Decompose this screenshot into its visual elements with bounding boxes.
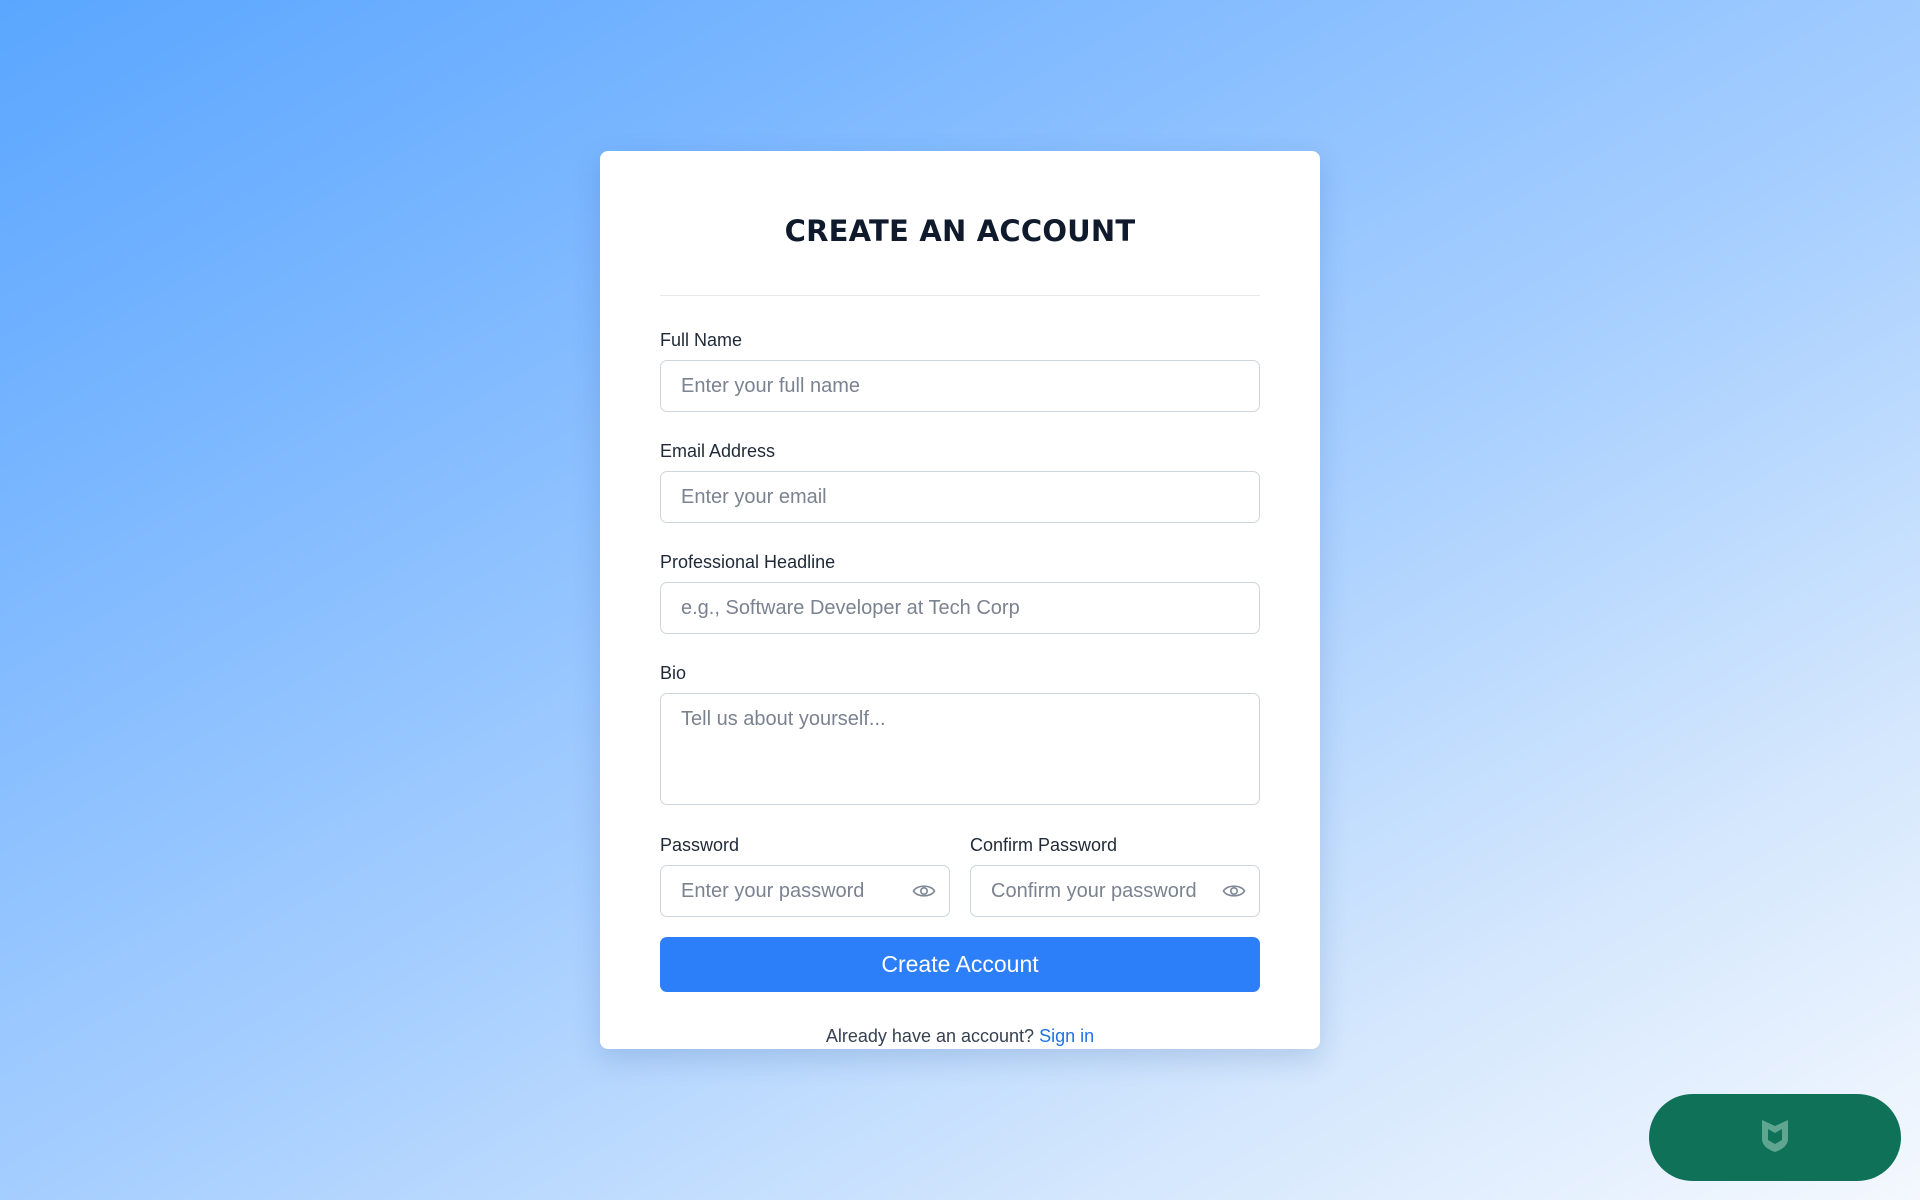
full-name-field: Full Name	[660, 330, 1260, 412]
confirm-password-input[interactable]	[970, 865, 1260, 917]
password-label: Password	[660, 835, 740, 855]
bio-label: Bio	[660, 663, 687, 683]
headline-field: Professional Headline	[660, 552, 1260, 634]
bio-textarea[interactable]	[660, 693, 1260, 805]
full-name-input[interactable]	[660, 360, 1260, 412]
email-field: Email Address	[660, 441, 1260, 523]
headline-label: Professional Headline	[660, 552, 836, 572]
confirm-password-label: Confirm Password	[970, 835, 1118, 855]
password-field: Password	[660, 835, 950, 917]
password-visibility-eye-icon[interactable]	[912, 880, 936, 902]
title-divider	[660, 295, 1260, 296]
shield-icon	[1759, 1117, 1791, 1158]
email-input[interactable]	[660, 471, 1260, 523]
full-name-label: Full Name	[660, 330, 743, 350]
confirm-password-field: Confirm Password	[970, 835, 1260, 917]
signin-prompt-text: Already have an account?	[825, 1026, 1035, 1046]
password-row: Password Confirm Password	[660, 835, 1260, 917]
password-input-wrap	[660, 865, 950, 917]
bio-field: Bio	[660, 663, 1260, 805]
signin-prompt: Already have an account? Sign in	[660, 1026, 1260, 1047]
floating-shield-button[interactable]	[1649, 1094, 1901, 1181]
signin-link[interactable]: Sign in	[1039, 1026, 1094, 1046]
create-account-button[interactable]: Create Account	[660, 937, 1260, 992]
confirm-password-visibility-eye-icon[interactable]	[1222, 880, 1246, 902]
signup-card: CREATE AN ACCOUNT Full Name Email Addres…	[600, 151, 1320, 1049]
headline-input[interactable]	[660, 582, 1260, 634]
confirm-password-input-wrap	[970, 865, 1260, 917]
page-title: CREATE AN ACCOUNT	[784, 214, 1136, 248]
password-input[interactable]	[660, 865, 950, 917]
email-label: Email Address	[660, 441, 776, 461]
